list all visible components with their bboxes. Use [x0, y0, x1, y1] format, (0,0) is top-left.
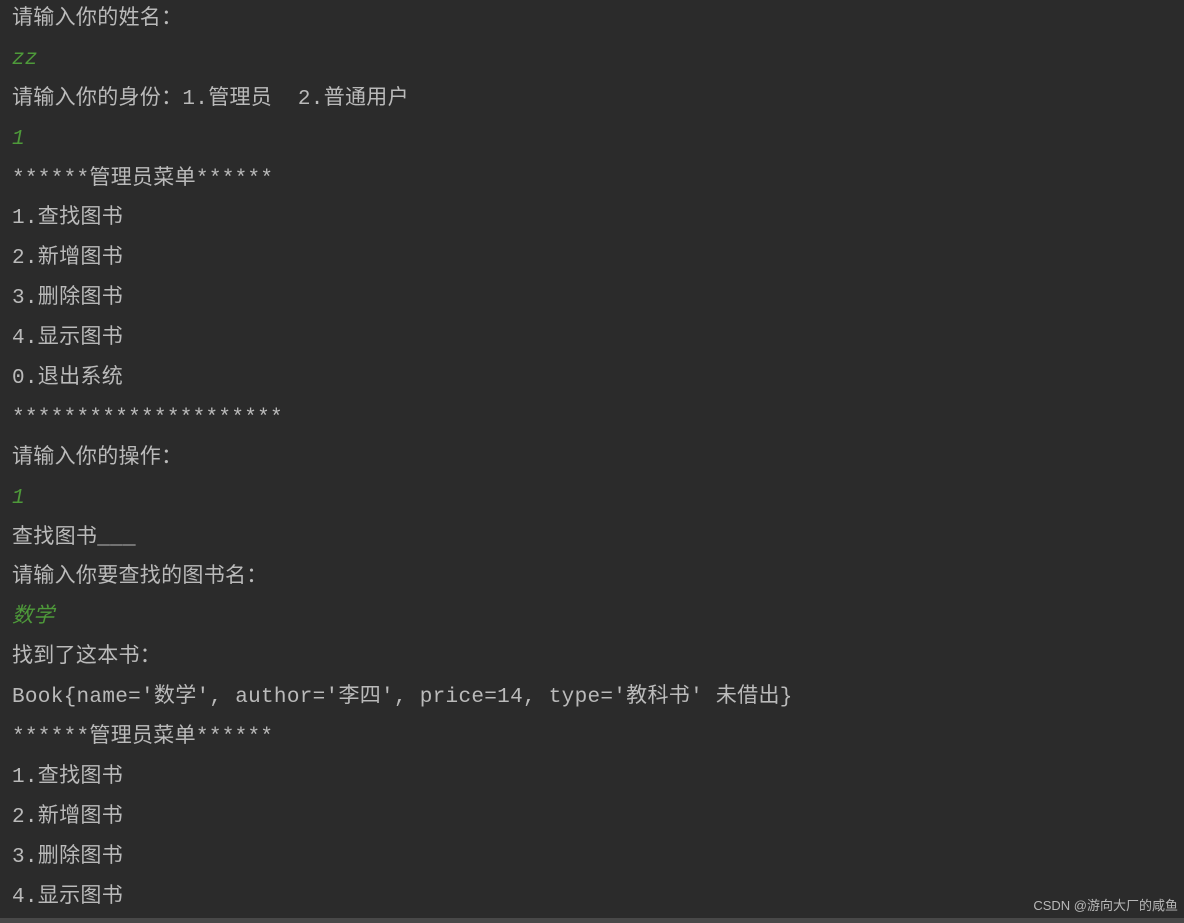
menu-item-2: 2.新增图书 [12, 239, 1172, 279]
prompt-operation: 请输入你的操作： [12, 439, 1172, 479]
menu-item-3-repeat: 3.删除图书 [12, 838, 1172, 878]
prompt-bookname: 请输入你要查找的图书名： [12, 558, 1172, 598]
menu-item-3: 3.删除图书 [12, 279, 1172, 319]
user-input-role: 1 [12, 120, 1172, 160]
book-detail: Book{name='数学', author='李四', price=14, t… [12, 678, 1172, 718]
search-header: 查找图书___ [12, 519, 1172, 559]
menu-footer: ********************* [12, 399, 1172, 439]
user-input-operation: 1 [12, 479, 1172, 519]
prompt-role: 请输入你的身份：1.管理员 2.普通用户 [12, 80, 1172, 120]
menu-item-0: 0.退出系统 [12, 359, 1172, 399]
menu-item-1: 1.查找图书 [12, 199, 1172, 239]
prompt-name: 请输入你的姓名： [12, 0, 1172, 40]
user-input-bookname: 数学 [12, 598, 1172, 638]
user-input-name: zz [12, 40, 1172, 80]
menu-header-2: ******管理员菜单****** [12, 718, 1172, 758]
menu-header: ******管理员菜单****** [12, 160, 1172, 200]
found-message: 找到了这本书： [12, 638, 1172, 678]
watermark-text: CSDN @游向大厂的咸鱼 [1033, 894, 1178, 919]
menu-item-2-repeat: 2.新增图书 [12, 798, 1172, 838]
horizontal-scrollbar[interactable] [0, 918, 1184, 923]
menu-item-4: 4.显示图书 [12, 319, 1172, 359]
console-output: 请输入你的姓名： zz 请输入你的身份：1.管理员 2.普通用户 1 *****… [12, 0, 1172, 917]
menu-item-1-repeat: 1.查找图书 [12, 758, 1172, 798]
menu-item-4-repeat: 4.显示图书 [12, 878, 1172, 918]
